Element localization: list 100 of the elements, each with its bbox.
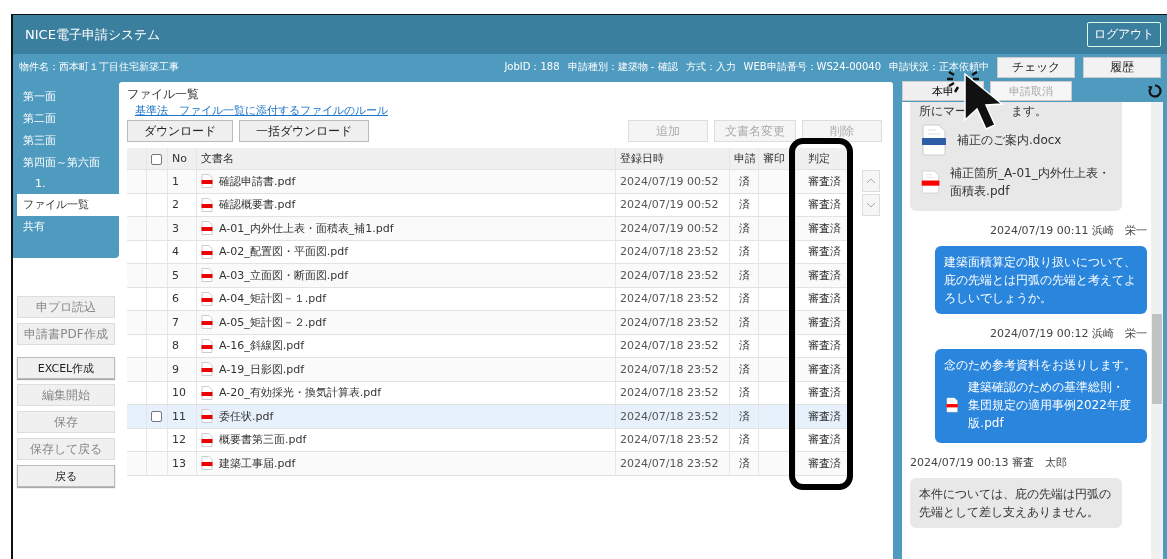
table-cell: 5 — [167, 263, 197, 287]
table-cell: 6 — [167, 287, 197, 311]
table-cell: 2024/07/19 00:52 — [615, 193, 730, 217]
table-cell: 7 — [167, 310, 197, 334]
table-cell: 済 — [729, 193, 759, 217]
table-cell: 済 — [729, 216, 759, 240]
file-name[interactable]: A-16_斜線図.pdf — [219, 338, 305, 354]
column-header[interactable]: 判定 — [795, 148, 853, 170]
message-text: 建築面積算定の取り扱いについて、庇の先端とは円弧の先端と考えてよろしいでしょうか。 — [944, 255, 1136, 305]
refresh-icon[interactable] — [1147, 83, 1163, 99]
table-cell: 済 — [729, 451, 759, 475]
table-cell: 済 — [729, 169, 759, 193]
file-name[interactable]: A-01_内外仕上表・面積表_補1.pdf — [219, 220, 394, 236]
pdf-file-icon — [201, 197, 213, 212]
file-name[interactable]: 概要書第三面.pdf — [219, 432, 307, 448]
pdf-file-icon — [201, 268, 213, 283]
app-title: NICE電子申請システム — [25, 25, 161, 44]
file-name[interactable]: A-20_有効採光・換気計算表.pdf — [219, 385, 382, 401]
table-cell: 2024/07/18 23:52 — [615, 451, 730, 475]
pdf-file-icon — [201, 221, 213, 236]
table-cell: 2024/07/18 23:52 — [615, 357, 730, 381]
table-cell: 4 — [167, 240, 197, 264]
table-cell: 2024/07/18 23:52 — [615, 263, 730, 287]
side-button[interactable]: EXCEL作成 — [17, 357, 115, 379]
table-cell: 11 — [167, 404, 197, 428]
table-cell: 2024/07/18 23:52 — [615, 310, 730, 334]
table-cell: 2024/07/18 23:52 — [615, 404, 730, 428]
message-meta: 2024/07/19 00:11 浜崎 栄一 — [989, 223, 1147, 238]
nav-item[interactable]: ファイル一覧 — [17, 194, 119, 216]
pdf-file-icon — [201, 409, 213, 424]
header-button[interactable]: チェック — [997, 56, 1075, 78]
pdf-file-icon — [201, 291, 213, 306]
table-cell: 済 — [729, 381, 759, 405]
table-cell: 済 — [729, 240, 759, 264]
application-status: 申請状況：正本依頼中 — [889, 60, 989, 74]
attachment-link[interactable]: 補正のご案内.docx — [957, 131, 1062, 149]
table-cell: 済 — [729, 263, 759, 287]
file-name[interactable]: 確認申請書.pdf — [219, 173, 296, 189]
attachment-link[interactable]: 補正箇所_A-01_内外仕上表・面積表.pdf — [950, 164, 1111, 200]
column-header[interactable]: 登録日時 — [615, 148, 730, 170]
table-cell: 2024/07/18 23:52 — [615, 334, 730, 358]
scrollbar[interactable] — [1151, 102, 1163, 559]
table-cell: 8 — [167, 334, 197, 358]
message-text: ます。 — [1011, 103, 1047, 120]
pdf-file-icon — [201, 338, 213, 353]
application-type: 申請種別：建築物 - 確認 — [567, 60, 678, 74]
table-cell: 2024/07/18 23:52 — [615, 428, 730, 452]
file-name[interactable]: 建築工事届.pdf — [219, 455, 296, 471]
pdf-file-icon — [201, 456, 213, 471]
table-cell: 2024/07/18 23:52 — [615, 240, 730, 264]
message-text: 本件については、庇の先端は円弧の先端として差し支えありません。 — [919, 487, 1111, 519]
message-meta: 2024/07/19 00:13 審査 太郎 — [910, 455, 1068, 470]
table-cell: 済 — [729, 334, 759, 358]
logout-button[interactable]: ログアウト — [1087, 22, 1161, 47]
table-cell: 2024/07/18 23:52 — [615, 381, 730, 405]
table-cell: 済 — [729, 428, 759, 452]
table-cell: 3 — [167, 216, 197, 240]
message-meta: 2024/07/19 00:12 浜崎 栄一 — [989, 326, 1147, 341]
attachment-link[interactable]: 建築確認のための基準総則・集団規定の適用事例2022年度版.pdf — [968, 378, 1136, 432]
table-cell: 2024/07/19 00:52 — [615, 169, 730, 193]
file-name[interactable]: A-02_配置図・平面図.pdf — [219, 244, 349, 260]
table-cell: 12 — [167, 428, 197, 452]
table-cell: 10 — [167, 381, 197, 405]
toolbar-button[interactable]: 一括ダウンロード — [239, 120, 369, 142]
method: 方式：入力 — [685, 60, 736, 74]
table-cell: 2 — [167, 193, 197, 217]
column-header[interactable]: 文書名 — [196, 148, 616, 170]
job-id: JobID：188 — [504, 60, 560, 74]
table-cell: 1 — [167, 169, 197, 193]
property-name: 物件名：西本町１丁目住宅新築工事 — [19, 60, 179, 74]
file-name[interactable]: 確認概要書.pdf — [219, 197, 296, 213]
pdf-file-icon — [201, 315, 213, 330]
table-cell: 2024/07/18 23:52 — [615, 287, 730, 311]
file-name[interactable]: 委任状.pdf — [219, 408, 274, 424]
table-cell: 2024/07/19 00:52 — [615, 216, 730, 240]
row-checkbox[interactable] — [151, 411, 162, 423]
pdf-file-icon — [201, 385, 213, 400]
table-cell: 済 — [729, 310, 759, 334]
table-cell: 済 — [729, 404, 759, 428]
panel-title: ファイル一覧 — [127, 86, 200, 103]
toolbar-button[interactable]: ダウンロード — [127, 120, 233, 142]
file-name[interactable]: A-05_矩計図－２.pdf — [219, 314, 327, 330]
column-header[interactable]: 申請 — [729, 148, 759, 170]
column-header[interactable]: 審印 — [758, 148, 796, 170]
select-all-checkbox[interactable] — [151, 153, 162, 165]
column-header[interactable]: No — [167, 148, 197, 170]
word-file-icon[interactable] — [921, 124, 947, 156]
file-name[interactable]: A-03_立面図・断面図.pdf — [219, 267, 349, 283]
rule-link[interactable]: 基準法 ファイル一覧に添付するファイルのルール — [135, 103, 388, 118]
header-button[interactable]: 履歴 — [1083, 56, 1161, 78]
table-cell: 済 — [729, 287, 759, 311]
table-cell: 13 — [167, 451, 197, 475]
table-cell: 済 — [729, 357, 759, 381]
file-name[interactable]: A-04_矩計図－１.pdf — [219, 291, 327, 307]
file-name[interactable]: A-19_日影図.pdf — [219, 361, 305, 377]
side-button[interactable]: 戻る — [17, 465, 115, 487]
table-cell: 9 — [167, 357, 197, 381]
pdf-file-icon — [201, 244, 213, 259]
message-text: 念のため参考資料をお送りします。 — [944, 358, 1136, 372]
pdf-file-icon — [201, 432, 213, 447]
